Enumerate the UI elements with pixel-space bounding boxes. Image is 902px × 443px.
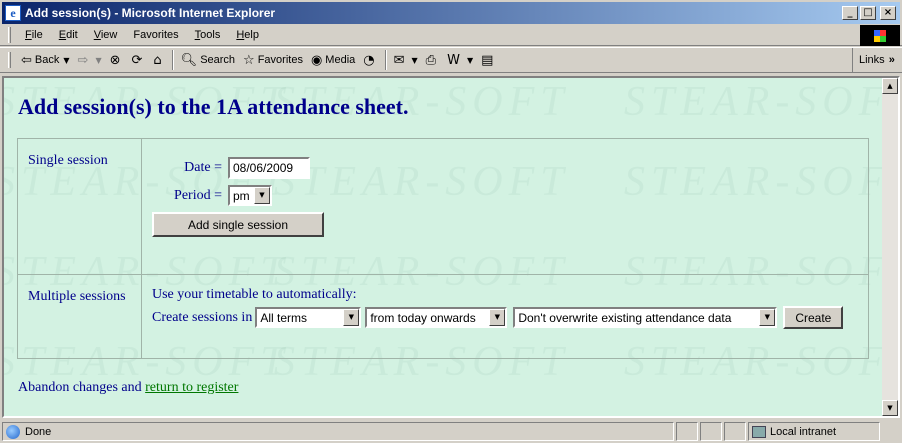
search-button[interactable]: 🔍︎ Search xyxy=(177,49,239,71)
chevron-down-icon[interactable]: ▼ xyxy=(254,187,270,204)
links-chevron-icon[interactable]: » xyxy=(889,54,895,66)
period-label: Period = xyxy=(174,187,222,203)
terms-select[interactable]: All terms ▼ xyxy=(255,307,362,328)
favorites-button[interactable]: ☆ Favorites xyxy=(239,49,307,71)
stop-button[interactable]: ⊗ xyxy=(106,49,128,71)
menu-tools[interactable]: Tools xyxy=(187,29,229,41)
menu-favorites[interactable]: Favorites xyxy=(125,29,186,41)
media-icon: ◉ xyxy=(310,52,323,68)
window-title-bar[interactable]: e Add session(s) - Microsoft Internet Ex… xyxy=(0,0,902,24)
toolbar-separator xyxy=(384,50,387,70)
scroll-up-button[interactable]: ▲ xyxy=(882,78,898,94)
word-edit-icon: W xyxy=(447,52,460,68)
create-sessions-prefix: Create sessions in xyxy=(152,309,253,325)
favorites-icon: ☆ xyxy=(243,52,255,68)
vertical-scrollbar[interactable]: ▲ ▼ xyxy=(882,78,898,416)
chevron-down-icon[interactable]: ▼ xyxy=(412,56,418,65)
back-button[interactable]: ⇦ Back ▼ xyxy=(17,49,74,71)
links-bar[interactable]: Links » xyxy=(852,48,902,72)
media-button[interactable]: ◉ Media xyxy=(307,49,359,71)
single-session-label: Single session xyxy=(17,138,142,275)
search-icon: 🔍︎ xyxy=(180,52,198,68)
period-row: Period = pm ▼ xyxy=(150,185,868,206)
chevron-down-icon[interactable]: ▼ xyxy=(759,309,776,326)
abandon-changes-text: Abandon changes and return to register xyxy=(18,380,239,395)
status-text: Done xyxy=(25,425,52,438)
refresh-icon: ⟳ xyxy=(131,52,143,68)
edit-button[interactable]: W ▼ xyxy=(443,49,477,71)
chevron-down-icon[interactable]: ▼ xyxy=(63,56,69,65)
add-single-session-button[interactable]: Add single session xyxy=(152,212,324,237)
window-title: Add session(s) - Microsoft Internet Expl… xyxy=(25,6,276,20)
date-row: Date = xyxy=(150,157,868,179)
standard-toolbar: ⇦ Back ▼ ⇨ ▼ ⊗ ⟳ ⌂ 🔍︎ Search ☆ Favorites… xyxy=(0,47,902,73)
status-panel xyxy=(676,422,698,441)
toolbar-separator xyxy=(171,50,174,70)
menu-grip xyxy=(8,26,11,43)
status-text-cell: Done xyxy=(2,422,674,441)
sessions-table: Single session Date = Period = pm ▼ Add … xyxy=(17,138,869,359)
status-panel xyxy=(724,422,746,441)
range-select[interactable]: from today onwards ▼ xyxy=(365,307,508,328)
windows-logo-icon xyxy=(860,25,900,46)
chevron-down-icon[interactable]: ▼ xyxy=(95,56,101,65)
create-button[interactable]: Create xyxy=(783,306,844,329)
home-button[interactable]: ⌂ xyxy=(149,49,168,71)
menu-bar: File Edit View Favorites Tools Help xyxy=(0,24,902,46)
discuss-icon: ▤ xyxy=(481,52,494,68)
history-button[interactable]: ◔ xyxy=(359,49,381,71)
security-zone-cell: Local intranet xyxy=(748,422,880,441)
home-icon: ⌂ xyxy=(153,52,162,68)
discuss-button[interactable]: ▤ xyxy=(477,49,500,71)
page-viewport: STEAR-SOFT STEAR-SOFT STEAR-SOFT STEAR-S… xyxy=(2,76,900,418)
forward-button[interactable]: ⇨ ▼ xyxy=(74,49,106,71)
menu-file[interactable]: File xyxy=(17,29,51,41)
overwrite-select[interactable]: Don't overwrite existing attendance data… xyxy=(513,307,778,328)
date-input[interactable] xyxy=(228,157,310,179)
single-session-cell: Date = Period = pm ▼ Add single session xyxy=(141,138,869,275)
multiple-sessions-cell: Use your timetable to automatically: Cre… xyxy=(141,274,869,359)
create-sessions-row: Create sessions in All terms ▼ from toda… xyxy=(152,306,868,329)
mail-button[interactable]: ✉ ▼ xyxy=(390,49,422,71)
timetable-intro-text: Use your timetable to automatically: xyxy=(152,287,357,302)
return-to-register-link[interactable]: return to register xyxy=(145,380,238,395)
menu-edit[interactable]: Edit xyxy=(51,29,86,41)
chevron-down-icon[interactable]: ▼ xyxy=(467,56,473,65)
print-icon: ⎙ xyxy=(425,52,437,68)
status-panel xyxy=(700,422,722,441)
toolbar-grip xyxy=(8,52,11,68)
intranet-icon xyxy=(752,425,766,438)
multiple-sessions-row: Multiple sessions Use your timetable to … xyxy=(17,274,869,359)
minimize-button[interactable]: _ xyxy=(842,6,858,20)
forward-arrow-icon: ⇨ xyxy=(77,52,89,68)
ie-page-icon xyxy=(6,424,20,439)
mail-icon: ✉ xyxy=(393,52,405,68)
status-bar: Done Local intranet xyxy=(0,420,902,443)
stop-icon: ⊗ xyxy=(109,52,121,68)
chevron-down-icon[interactable]: ▼ xyxy=(489,309,506,326)
close-button[interactable]: × xyxy=(880,6,896,20)
period-select[interactable]: pm ▼ xyxy=(228,185,272,206)
watermark-logo: STEAR-SOFT xyxy=(624,79,900,125)
menu-view[interactable]: View xyxy=(86,29,126,41)
refresh-button[interactable]: ⟳ xyxy=(128,49,150,71)
maximize-button[interactable]: □ xyxy=(860,6,876,20)
page-title: Add session(s) to the 1A attendance shee… xyxy=(18,94,409,119)
chevron-down-icon[interactable]: ▼ xyxy=(343,309,360,326)
scroll-down-button[interactable]: ▼ xyxy=(882,400,898,416)
menu-help[interactable]: Help xyxy=(228,29,267,41)
print-button[interactable]: ⎙ xyxy=(422,49,443,71)
back-arrow-icon: ⇦ xyxy=(21,52,32,68)
ie-icon: e xyxy=(5,5,21,21)
date-label: Date = xyxy=(184,160,222,175)
history-icon: ◔ xyxy=(363,52,375,68)
single-session-row: Single session Date = Period = pm ▼ Add … xyxy=(17,138,869,275)
multiple-sessions-label: Multiple sessions xyxy=(17,274,142,359)
